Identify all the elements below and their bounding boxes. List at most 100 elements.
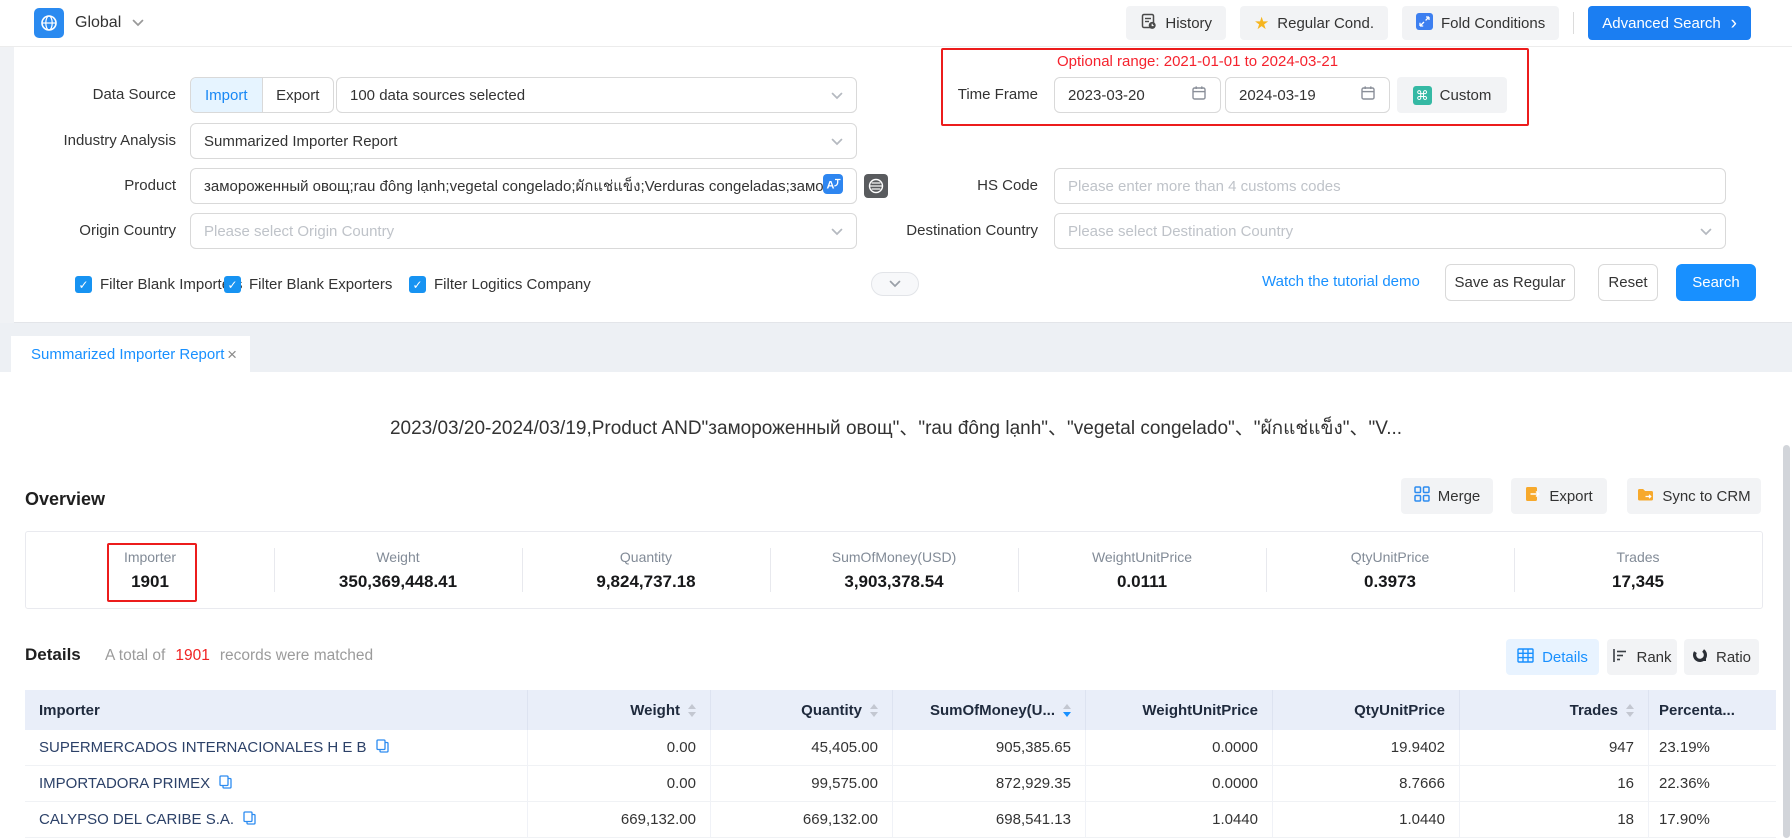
advanced-search-button[interactable]: Advanced Search ›: [1588, 6, 1751, 40]
view-details-button[interactable]: Details: [1506, 639, 1599, 675]
checkbox-checked-icon[interactable]: ✓: [224, 276, 241, 293]
sum-of-money-cell: 872,929.35: [893, 766, 1086, 802]
stat-weight-unit-price: WeightUnitPrice 0.0111: [1018, 532, 1266, 608]
destination-country-select[interactable]: Please select Destination Country: [1054, 213, 1726, 249]
save-as-regular-button[interactable]: Save as Regular: [1445, 264, 1575, 301]
industry-analysis-select[interactable]: Summarized Importer Report: [190, 123, 857, 159]
custom-label: Custom: [1440, 87, 1492, 104]
date-from-value: 2023-03-20: [1068, 87, 1191, 104]
importer-name[interactable]: IMPORTADORA PRIMEX: [39, 775, 210, 792]
close-icon[interactable]: ×: [227, 346, 237, 363]
weight-cell: 669,132.00: [528, 802, 711, 838]
stat-value: 0.0111: [1117, 572, 1167, 592]
star-icon: ★: [1254, 15, 1269, 32]
column-header-percentage[interactable]: Percenta...: [1649, 690, 1776, 730]
importer-name[interactable]: CALYPSO DEL CARIBE S.A.: [39, 811, 234, 828]
tab-title: Summarized Importer Report: [31, 346, 224, 363]
importer-name-cell[interactable]: SUPERMERCADOS INTERNACIONALES H E B: [25, 730, 528, 766]
fold-conditions-button[interactable]: Fold Conditions: [1402, 6, 1559, 40]
reset-button[interactable]: Reset: [1598, 264, 1658, 301]
collapse-form-button[interactable]: [871, 272, 919, 296]
export-label: Export: [1549, 488, 1592, 505]
copy-icon[interactable]: [376, 739, 389, 757]
checkbox-checked-icon[interactable]: ✓: [409, 276, 426, 293]
weight-unit-price-cell: 1.0440: [1086, 802, 1273, 838]
column-header-trades[interactable]: Trades: [1460, 690, 1649, 730]
history-icon: [1140, 13, 1157, 34]
trades-cell: 18: [1460, 802, 1649, 838]
weight-cell: 0.00: [528, 730, 711, 766]
copy-icon[interactable]: [219, 775, 232, 793]
origin-country-select[interactable]: Please select Origin Country: [190, 213, 857, 249]
sort-icon[interactable]: [688, 704, 696, 717]
qty-unit-price-cell: 19.9402: [1273, 730, 1460, 766]
chevron-down-icon: [132, 14, 144, 32]
stat-label: Quantity: [620, 549, 672, 565]
data-sources-select[interactable]: 100 data sources selected: [336, 77, 857, 113]
column-header-importer[interactable]: Importer: [25, 690, 528, 730]
sort-icon[interactable]: [1626, 704, 1634, 717]
column-label: Weight: [630, 702, 680, 719]
history-button[interactable]: History: [1126, 6, 1226, 40]
custom-range-button[interactable]: ⌘ Custom: [1397, 77, 1507, 113]
chevron-down-icon: [831, 223, 843, 240]
stat-trades: Trades 17,345: [1514, 532, 1762, 608]
merge-button[interactable]: Merge: [1401, 478, 1493, 514]
stat-importer: Importer 1901: [26, 532, 274, 608]
stat-weight: Weight 350,369,448.41: [274, 532, 522, 608]
table-header-row: Importer Weight Quantity SumOfMoney(U...…: [25, 690, 1776, 730]
column-header-weight[interactable]: Weight: [528, 690, 711, 730]
column-label: Quantity: [801, 702, 862, 719]
optional-range-hint: Optional range: 2021-01-01 to 2024-03-21: [1057, 53, 1338, 70]
sort-icon-desc-active[interactable]: [1063, 704, 1071, 717]
hs-code-input[interactable]: Please enter more than 4 customs codes: [1054, 168, 1726, 204]
overview-heading: Overview: [25, 489, 105, 510]
tab-summarized-importer-report[interactable]: Summarized Importer Report ×: [11, 336, 250, 372]
filter-blank-exporters-checkbox[interactable]: ✓ Filter Blank Exporters: [224, 276, 392, 293]
product-label: Product: [0, 168, 176, 204]
table-row[interactable]: SUPERMERCADOS INTERNACIONALES H E B 0.00…: [25, 730, 1776, 766]
matched-prefix: A total of: [105, 647, 165, 665]
details-table: Importer Weight Quantity SumOfMoney(U...…: [25, 690, 1776, 838]
search-button[interactable]: Search: [1676, 264, 1756, 301]
column-header-sum-of-money[interactable]: SumOfMoney(U...: [893, 690, 1086, 730]
sort-icon[interactable]: [870, 704, 878, 717]
export-button[interactable]: Export: [1511, 478, 1607, 514]
import-tab[interactable]: Import: [191, 78, 262, 112]
view-details-label: Details: [1542, 649, 1588, 666]
translate-icon[interactable]: A: [823, 174, 843, 198]
column-header-weight-unit-price[interactable]: WeightUnitPrice: [1086, 690, 1273, 730]
region-selector-label[interactable]: Global: [75, 14, 121, 32]
filter-logitics-company-checkbox[interactable]: ✓ Filter Logitics Company: [409, 276, 591, 293]
page-scrollbar[interactable]: [1783, 445, 1790, 838]
column-header-qty-unit-price[interactable]: QtyUnitPrice: [1273, 690, 1460, 730]
date-to-input[interactable]: 2024-03-19: [1225, 77, 1390, 113]
date-from-input[interactable]: 2023-03-20: [1054, 77, 1221, 113]
table-row[interactable]: CALYPSO DEL CARIBE S.A. 669,132.00 669,1…: [25, 802, 1776, 838]
filter-blank-importers-checkbox[interactable]: ✓ Filter Blank Importers: [75, 276, 243, 293]
merge-label: Merge: [1438, 488, 1481, 505]
copy-icon[interactable]: [243, 811, 256, 829]
column-header-quantity[interactable]: Quantity: [711, 690, 893, 730]
app-brand[interactable]: Global: [34, 8, 144, 38]
advanced-search-label: Advanced Search: [1602, 15, 1720, 32]
tutorial-demo-link[interactable]: Watch the tutorial demo: [1262, 273, 1420, 290]
topbar-actions: History ★ Regular Cond. Fold Conditions …: [1126, 6, 1751, 40]
export-tab[interactable]: Export: [262, 78, 334, 112]
calendar-icon: [1191, 85, 1207, 105]
importer-name-cell[interactable]: IMPORTADORA PRIMEX: [25, 766, 528, 802]
filter-blank-importers-label: Filter Blank Importers: [100, 276, 243, 293]
importer-name[interactable]: SUPERMERCADOS INTERNACIONALES H E B: [39, 739, 367, 756]
import-export-toggle: Import Export: [190, 77, 334, 113]
importer-name-cell[interactable]: CALYPSO DEL CARIBE S.A.: [25, 802, 528, 838]
qty-unit-price-cell: 1.0440: [1273, 802, 1460, 838]
view-rank-button[interactable]: Rank: [1607, 639, 1677, 675]
column-label: Percenta...: [1659, 702, 1735, 719]
regular-cond-button[interactable]: ★ Regular Cond.: [1240, 6, 1388, 40]
checkbox-checked-icon[interactable]: ✓: [75, 276, 92, 293]
sync-to-crm-button[interactable]: Sync to CRM: [1627, 478, 1761, 514]
stat-label: SumOfMoney(USD): [832, 549, 956, 565]
table-row[interactable]: IMPORTADORA PRIMEX 0.00 99,575.00 872,92…: [25, 766, 1776, 802]
product-input[interactable]: замороженный овощ;rau đông lạnh;vegetal …: [190, 168, 857, 204]
view-ratio-button[interactable]: Ratio: [1684, 639, 1759, 675]
